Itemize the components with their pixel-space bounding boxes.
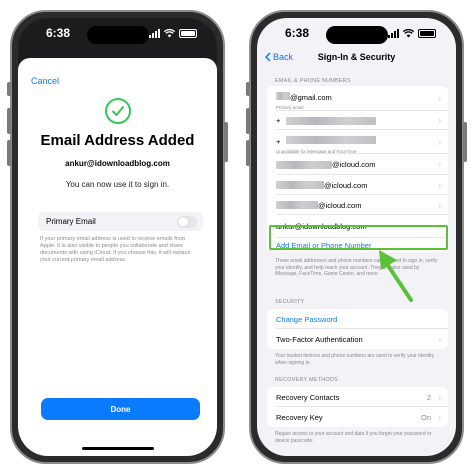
signal-icon bbox=[149, 28, 160, 38]
two-factor-row[interactable]: Two-Factor Authentication › bbox=[267, 329, 448, 349]
email-added-sheet: Cancel Email Address Added ankur@idownlo… bbox=[18, 58, 217, 456]
phone-row-1[interactable]: + › bbox=[267, 111, 448, 130]
redacted-text bbox=[276, 181, 324, 189]
toggle-knob bbox=[178, 216, 188, 227]
added-email: ankur@idownloadblog.com bbox=[65, 159, 170, 168]
change-password-row[interactable]: Change Password bbox=[267, 309, 448, 329]
power-button bbox=[463, 122, 467, 162]
right-screen: 6:38 Back Sign-In & Security EMAIL & PHO… bbox=[257, 18, 456, 456]
right-phone: 6:38 Back Sign-In & Security EMAIL & PHO… bbox=[246, 10, 467, 464]
redacted-text bbox=[276, 201, 318, 209]
cancel-button[interactable]: Cancel bbox=[31, 76, 59, 86]
primary-email-description: If your primary email address is used to… bbox=[40, 236, 191, 263]
primary-email-label: Primary Email bbox=[46, 217, 96, 226]
left-screen: 6:38 Cancel Email Address Added ankur@id… bbox=[18, 18, 217, 456]
chevron-right-icon: › bbox=[438, 392, 441, 402]
security-section-header: SECURITY bbox=[275, 299, 305, 305]
wifi-icon bbox=[403, 28, 414, 37]
stage: 6:38 Cancel Email Address Added ankur@id… bbox=[0, 0, 474, 470]
chevron-right-icon: › bbox=[438, 94, 441, 103]
redacted-text bbox=[286, 135, 377, 144]
redacted-text bbox=[276, 160, 332, 169]
volume-up-button bbox=[246, 108, 250, 134]
icloud-row-3[interactable]: @icloud.com › bbox=[267, 195, 448, 215]
action-button bbox=[246, 82, 250, 96]
chevron-right-icon: › bbox=[438, 137, 441, 147]
highlight-box bbox=[269, 225, 448, 250]
chevron-right-icon: › bbox=[438, 180, 441, 190]
change-password-button[interactable]: Change Password bbox=[276, 315, 337, 324]
primary-email-toggle[interactable] bbox=[177, 215, 197, 228]
phone-row-2[interactable]: + Unavailable for iMessage and FaceTime … bbox=[267, 130, 448, 154]
primary-email-row: Primary Email bbox=[38, 212, 203, 231]
dynamic-island bbox=[86, 26, 149, 44]
sheet-title: Email Address Added bbox=[40, 132, 195, 149]
email-section-header: EMAIL & PHONE NUMBERS bbox=[275, 78, 351, 84]
home-indicator bbox=[81, 447, 154, 450]
page-title: Sign-In & Security bbox=[317, 52, 396, 62]
recovery-section-header: RECOVERY METHODS bbox=[275, 377, 338, 383]
wifi-icon bbox=[164, 28, 175, 37]
done-button[interactable]: Done bbox=[41, 398, 200, 420]
recovery-key-status: On bbox=[420, 412, 431, 422]
arrow-pointer-icon bbox=[379, 250, 413, 302]
checkmark-circle-icon bbox=[104, 98, 131, 124]
recovery-section-footer: Regain access to your account and data i… bbox=[275, 431, 432, 444]
chevron-right-icon: › bbox=[438, 334, 441, 344]
left-phone: 6:38 Cancel Email Address Added ankur@id… bbox=[7, 10, 228, 464]
icloud-row-1[interactable]: @icloud.com › bbox=[267, 154, 448, 175]
battery-icon bbox=[179, 28, 197, 38]
email-row-gmail[interactable]: @gmail.com Primary email › bbox=[267, 86, 448, 111]
security-group: Change Password Two-Factor Authenticatio… bbox=[267, 309, 448, 349]
volume-up-button bbox=[7, 108, 11, 134]
chevron-right-icon: › bbox=[438, 412, 441, 422]
navigation-bar: Back Sign-In & Security bbox=[257, 52, 456, 70]
redacted-text bbox=[276, 92, 290, 100]
recovery-contacts-count: 2 bbox=[426, 392, 431, 402]
security-section-footer: Your trusted devices and phone numbers a… bbox=[275, 353, 435, 366]
recovery-contacts-row[interactable]: Recovery Contacts 2 › bbox=[267, 387, 448, 407]
volume-down-button bbox=[7, 140, 11, 166]
status-time: 6:38 bbox=[285, 26, 310, 40]
icloud-row-2[interactable]: @icloud.com › bbox=[267, 175, 448, 195]
power-button bbox=[224, 122, 228, 162]
battery-icon bbox=[418, 28, 436, 38]
chevron-right-icon: › bbox=[438, 200, 441, 210]
redacted-text bbox=[286, 116, 377, 125]
recovery-key-row[interactable]: Recovery Key On › bbox=[267, 407, 448, 427]
sheet-subtitle: You can now use it to sign in. bbox=[65, 180, 170, 189]
dynamic-island bbox=[325, 26, 388, 44]
signal-icon bbox=[388, 28, 399, 38]
status-time: 6:38 bbox=[46, 26, 71, 40]
volume-down-button bbox=[246, 140, 250, 166]
chevron-right-icon: › bbox=[438, 116, 441, 125]
recovery-group: Recovery Contacts 2 › Recovery Key On › bbox=[267, 387, 448, 427]
action-button bbox=[7, 82, 11, 96]
chevron-right-icon: › bbox=[438, 160, 441, 169]
